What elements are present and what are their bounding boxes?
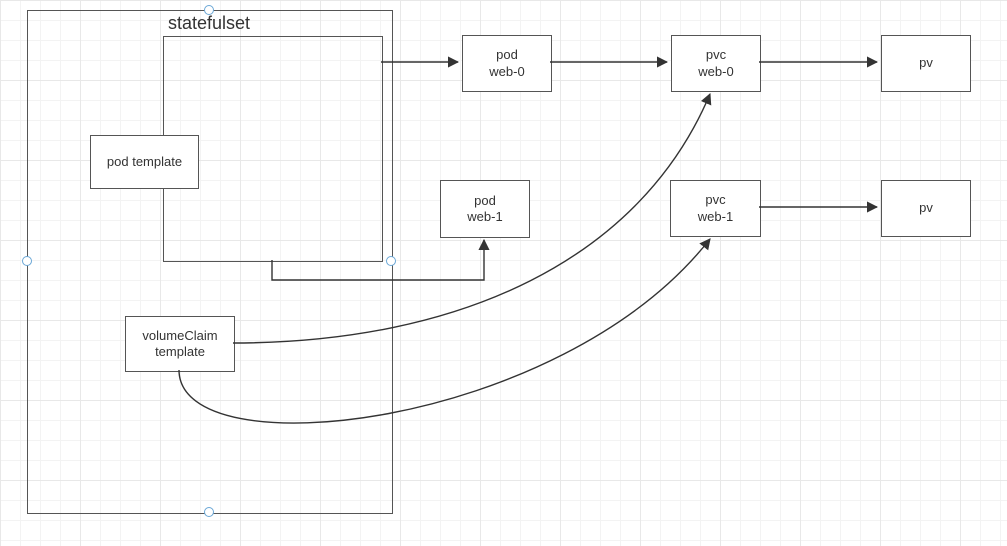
edge-podtemplate-to-pod1: [272, 240, 484, 280]
edge-vct-to-pvc0: [233, 94, 710, 343]
edges-layer: [0, 0, 1007, 546]
diagram-canvas[interactable]: statefulset pod template volumeClaim tem…: [0, 0, 1007, 546]
edge-vct-to-pvc1: [179, 239, 710, 423]
